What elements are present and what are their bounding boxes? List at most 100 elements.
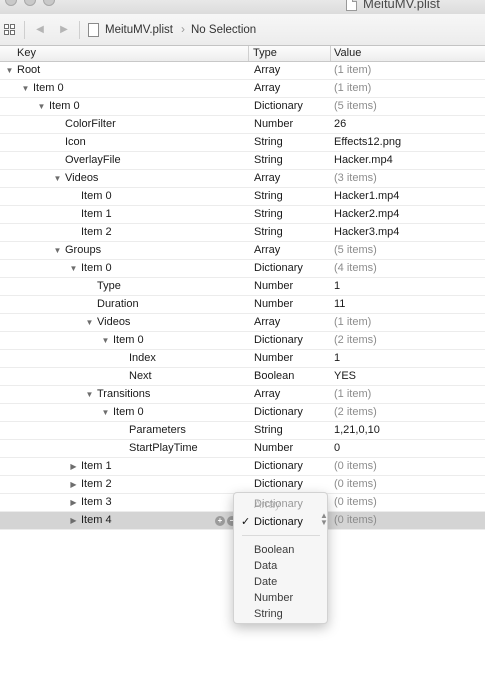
- table-row[interactable]: Item 0 String Hacker1.mp4: [0, 188, 485, 206]
- table-row[interactable]: ▼ Videos Array (3 items): [0, 170, 485, 188]
- type-menu-item[interactable]: String: [254, 607, 283, 621]
- row-type[interactable]: Array: [254, 242, 330, 259]
- table-row[interactable]: ▼ Groups Array (5 items): [0, 242, 485, 260]
- row-key[interactable]: ColorFilter: [0, 116, 246, 133]
- type-menu-item[interactable]: Data: [254, 559, 277, 573]
- type-menu-item[interactable]: Boolean: [254, 543, 294, 557]
- row-type[interactable]: Dictionary: [254, 98, 330, 115]
- row-key[interactable]: Duration: [0, 296, 246, 313]
- row-key[interactable]: Item 1: [0, 206, 246, 223]
- row-type[interactable]: Dictionary: [254, 476, 330, 493]
- table-row[interactable]: Next Boolean YES: [0, 368, 485, 386]
- row-type[interactable]: Dictionary: [254, 260, 330, 277]
- row-key[interactable]: Groups: [0, 242, 246, 259]
- row-type[interactable]: Number: [254, 278, 330, 295]
- table-row[interactable]: Icon String Effects12.png: [0, 134, 485, 152]
- row-key[interactable]: Parameters: [0, 422, 246, 439]
- row-key[interactable]: OverlayFile: [0, 152, 246, 169]
- table-row[interactable]: OverlayFile String Hacker.mp4: [0, 152, 485, 170]
- table-row[interactable]: Item 1 String Hacker2.mp4: [0, 206, 485, 224]
- table-row[interactable]: ▼ Item 0 Array (1 item): [0, 80, 485, 98]
- row-type[interactable]: Array: [254, 80, 330, 97]
- breadcrumb-file[interactable]: MeituMV.plist: [105, 23, 173, 37]
- grid-icon[interactable]: [4, 24, 16, 36]
- row-type[interactable]: Dictionary: [254, 404, 330, 421]
- table-row[interactable]: ▼ Root Array (1 item): [0, 62, 485, 80]
- row-key[interactable]: Root: [0, 62, 246, 79]
- row-type[interactable]: String: [254, 422, 330, 439]
- row-value[interactable]: 0: [334, 440, 484, 457]
- row-key[interactable]: Item 0: [0, 404, 246, 421]
- type-menu-item[interactable]: Number: [254, 591, 293, 605]
- row-type[interactable]: String: [254, 188, 330, 205]
- row-value[interactable]: 1: [334, 350, 484, 367]
- row-value[interactable]: Hacker1.mp4: [334, 188, 484, 205]
- row-value[interactable]: 1: [334, 278, 484, 295]
- row-key[interactable]: Item 0: [0, 260, 246, 277]
- back-arrow-icon[interactable]: ◀: [33, 23, 47, 37]
- row-type[interactable]: Number: [254, 116, 330, 133]
- table-row[interactable]: Index Number 1: [0, 350, 485, 368]
- minimize-window-button[interactable]: [24, 0, 36, 6]
- type-menu-item-current[interactable]: Dictionary: [254, 515, 303, 529]
- row-key[interactable]: Type: [0, 278, 246, 295]
- table-row[interactable]: ▼ Item 0 Dictionary (2 items): [0, 404, 485, 422]
- table-row[interactable]: ▼ Item 0 Dictionary (4 items): [0, 260, 485, 278]
- row-key[interactable]: Item 2: [0, 476, 246, 493]
- zoom-window-button[interactable]: [43, 0, 55, 6]
- table-row[interactable]: Type Number 1: [0, 278, 485, 296]
- column-header-value[interactable]: Value: [330, 46, 485, 61]
- breadcrumb-selection[interactable]: No Selection: [191, 23, 256, 37]
- table-row[interactable]: StartPlayTime Number 0: [0, 440, 485, 458]
- row-key[interactable]: Item 4: [0, 512, 246, 529]
- column-header-type[interactable]: Type: [248, 46, 330, 61]
- row-key[interactable]: Item 0: [0, 98, 246, 115]
- row-type[interactable]: String: [254, 152, 330, 169]
- row-type[interactable]: Dictionary: [254, 332, 330, 349]
- row-value[interactable]: Effects12.png: [334, 134, 484, 151]
- type-menu-item[interactable]: Date: [254, 575, 277, 589]
- table-row[interactable]: Item 2 String Hacker3.mp4: [0, 224, 485, 242]
- row-key[interactable]: Item 2: [0, 224, 246, 241]
- table-row[interactable]: ▼ Item 0 Dictionary (2 items): [0, 332, 485, 350]
- row-type[interactable]: String: [254, 206, 330, 223]
- row-type[interactable]: Boolean: [254, 368, 330, 385]
- row-value[interactable]: 26: [334, 116, 484, 133]
- row-key[interactable]: Next: [0, 368, 246, 385]
- table-row[interactable]: Duration Number 11: [0, 296, 485, 314]
- table-row[interactable]: ColorFilter Number 26: [0, 116, 485, 134]
- column-header-key[interactable]: Key: [17, 46, 247, 61]
- type-stepper-icon[interactable]: ▲ ▼: [320, 512, 328, 527]
- row-key[interactable]: Videos: [0, 314, 246, 331]
- row-type[interactable]: Array: [254, 386, 330, 403]
- row-type[interactable]: Number: [254, 350, 330, 367]
- type-menu-item[interactable]: Array: [254, 498, 280, 512]
- row-key[interactable]: Transitions: [0, 386, 246, 403]
- table-row[interactable]: Parameters String 1,21,0,10: [0, 422, 485, 440]
- row-key[interactable]: Index: [0, 350, 246, 367]
- row-type[interactable]: Number: [254, 440, 330, 457]
- row-key[interactable]: Item 0: [0, 332, 246, 349]
- row-type[interactable]: Number: [254, 296, 330, 313]
- row-value[interactable]: Hacker2.mp4: [334, 206, 484, 223]
- row-value[interactable]: Hacker3.mp4: [334, 224, 484, 241]
- row-type[interactable]: String: [254, 134, 330, 151]
- row-key[interactable]: Videos: [0, 170, 246, 187]
- table-row[interactable]: ▼ Item 0 Dictionary (5 items): [0, 98, 485, 116]
- forward-arrow-icon[interactable]: ▶: [57, 23, 71, 37]
- row-key[interactable]: Item 0: [0, 80, 246, 97]
- row-value[interactable]: 11: [334, 296, 484, 313]
- row-type[interactable]: Array: [254, 314, 330, 331]
- table-row[interactable]: ▼ Transitions Array (1 item): [0, 386, 485, 404]
- row-key[interactable]: Item 3: [0, 494, 246, 511]
- row-key[interactable]: Item 0: [0, 188, 246, 205]
- row-key[interactable]: Item 1: [0, 458, 246, 475]
- table-row[interactable]: ▼ Videos Array (1 item): [0, 314, 485, 332]
- row-value[interactable]: 1,21,0,10: [334, 422, 484, 439]
- row-type[interactable]: Dictionary: [254, 458, 330, 475]
- close-window-button[interactable]: [5, 0, 17, 6]
- add-row-icon[interactable]: +: [215, 516, 225, 526]
- row-key[interactable]: Icon: [0, 134, 246, 151]
- row-value[interactable]: Hacker.mp4: [334, 152, 484, 169]
- table-row[interactable]: ▶ Item 1 Dictionary (0 items): [0, 458, 485, 476]
